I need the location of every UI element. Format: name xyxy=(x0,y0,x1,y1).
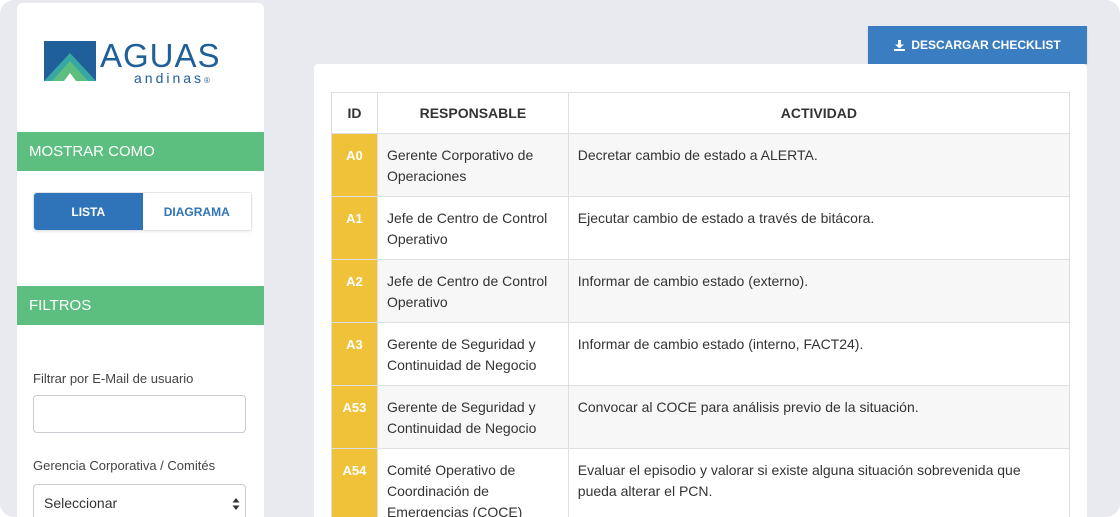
column-header-id: ID xyxy=(331,92,378,134)
column-header-responsible: RESPONSABLE xyxy=(376,92,569,134)
row-responsible: Gerente Corporativo de Operaciones xyxy=(376,133,569,197)
row-id-badge: A3 xyxy=(331,322,378,386)
table-row: A1 Jefe de Centro de Control Operativo E… xyxy=(331,196,1071,260)
row-activity: Evaluar el episodio y valorar si existe … xyxy=(567,448,1071,517)
list-view-button[interactable]: LISTA xyxy=(34,193,143,230)
table-row: A54 Comité Operativo de Coordinación de … xyxy=(331,448,1071,517)
logo-wordmark: AGUAS xyxy=(100,37,221,74)
row-id-badge: A53 xyxy=(331,385,378,449)
management-select[interactable]: Seleccionar xyxy=(33,484,246,517)
logo-subtitle: andinas® xyxy=(134,70,210,86)
row-responsible: Comité Operativo de Coordinación de Emer… xyxy=(376,448,569,517)
row-id-badge: A2 xyxy=(331,259,378,323)
checklist-card: ID RESPONSABLE ACTIVIDAD A0 Gerente Corp… xyxy=(314,64,1087,517)
select-arrows-icon xyxy=(232,498,240,510)
diagram-view-button[interactable]: DIAGRAMA xyxy=(142,193,251,230)
view-toggle: LISTA DIAGRAMA xyxy=(33,192,252,231)
management-filter-label: Gerencia Corporativa / Comités xyxy=(33,458,216,473)
download-button-label: DESCARGAR CHECKLIST xyxy=(911,38,1061,52)
row-activity: Ejecutar cambio de estado a través de bi… xyxy=(567,196,1071,260)
row-id-badge: A1 xyxy=(331,196,378,260)
sidebar: AGUAS andinas® MOSTRAR COMO LISTA DIAGRA… xyxy=(17,3,264,517)
row-responsible: Gerente de Seguridad y Continuidad de Ne… xyxy=(376,385,569,449)
row-responsible: Gerente de Seguridad y Continuidad de Ne… xyxy=(376,322,569,386)
row-activity: Decretar cambio de estado a ALERTA. xyxy=(567,133,1071,197)
table-row: A0 Gerente Corporativo de Operaciones De… xyxy=(331,133,1071,197)
row-responsible: Jefe de Centro de Control Operativo xyxy=(376,259,569,323)
app-window: AGUAS andinas® MOSTRAR COMO LISTA DIAGRA… xyxy=(0,0,1120,517)
aguas-andinas-logo: AGUAS andinas® xyxy=(44,39,234,91)
download-checklist-button[interactable]: DESCARGAR CHECKLIST xyxy=(868,26,1087,64)
row-id-badge: A0 xyxy=(331,133,378,197)
email-filter-input[interactable] xyxy=(33,395,246,433)
logo-mountain-icon xyxy=(44,39,96,81)
row-id-badge: A54 xyxy=(331,448,378,517)
show-as-header: MOSTRAR COMO xyxy=(17,132,264,171)
row-activity: Informar de cambio estado (interno, FACT… xyxy=(567,322,1071,386)
row-activity: Informar de cambio estado (externo). xyxy=(567,259,1071,323)
management-select-value: Seleccionar xyxy=(44,495,118,511)
email-filter-label: Filtrar por E-Mail de usuario xyxy=(33,371,194,386)
download-icon xyxy=(894,39,906,51)
filters-header: FILTROS xyxy=(17,286,264,325)
table-row: A2 Jefe de Centro de Control Operativo I… xyxy=(331,259,1071,323)
row-responsible: Jefe de Centro de Control Operativo xyxy=(376,196,569,260)
table-row: A53 Gerente de Seguridad y Continuidad d… xyxy=(331,385,1071,449)
checklist-table: ID RESPONSABLE ACTIVIDAD A0 Gerente Corp… xyxy=(331,92,1071,517)
table-row: A3 Gerente de Seguridad y Continuidad de… xyxy=(331,322,1071,386)
row-activity: Convocar al COCE para análisis previo de… xyxy=(567,385,1071,449)
column-header-activity: ACTIVIDAD xyxy=(567,92,1071,134)
